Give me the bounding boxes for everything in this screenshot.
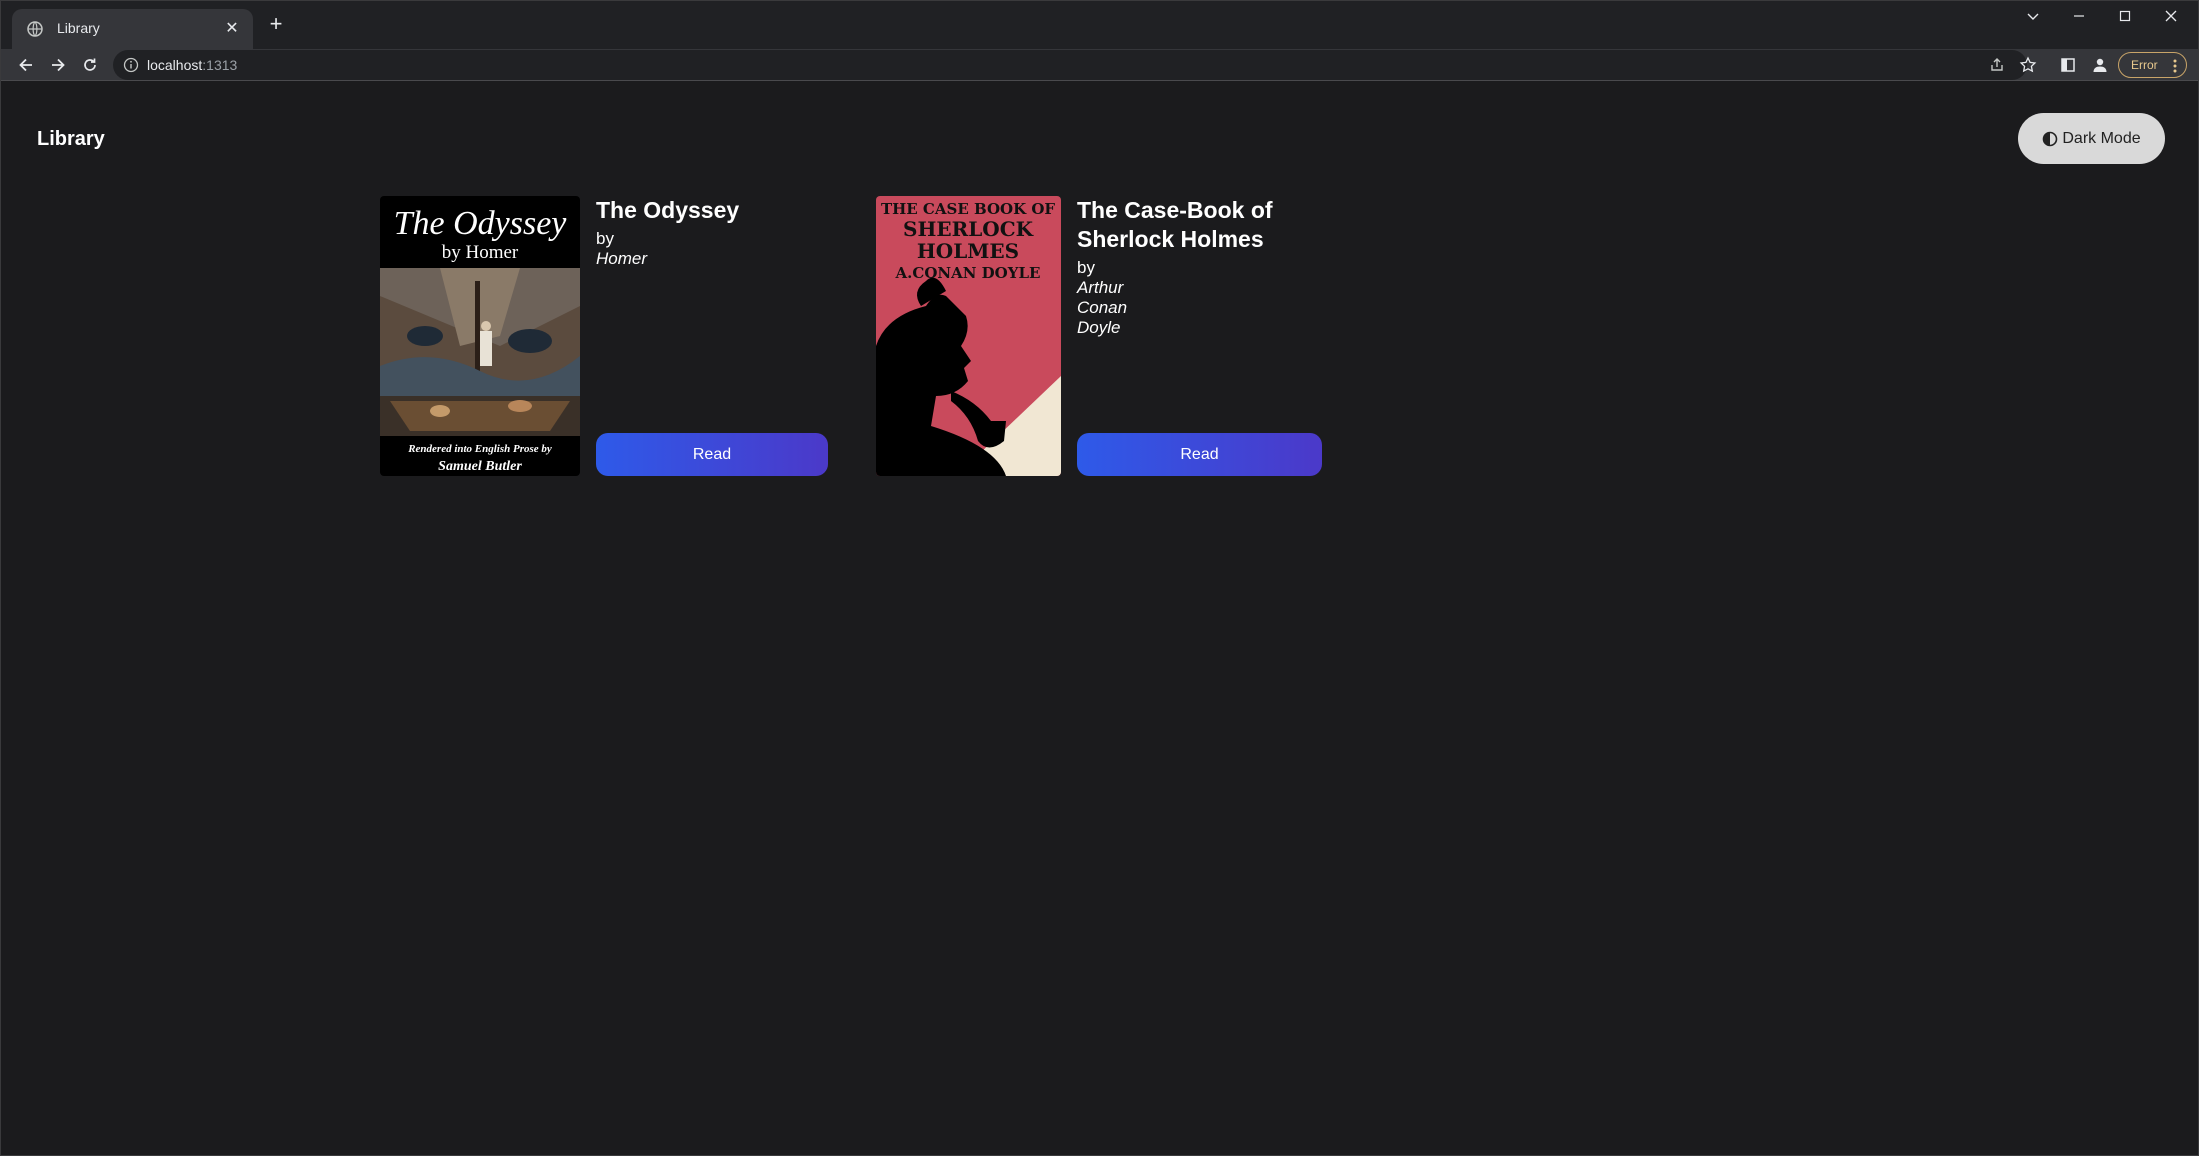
tab-library[interactable]: Library ✕ xyxy=(12,9,253,49)
book-cover-odyssey[interactable]: The Odyssey by Homer Rendered into Engli… xyxy=(380,196,580,476)
site-info-icon[interactable] xyxy=(123,57,139,73)
tab-search-icon[interactable] xyxy=(2010,1,2056,31)
book-title[interactable]: The Odyssey xyxy=(596,196,856,225)
share-icon[interactable] xyxy=(1985,53,2009,77)
author-by-label: by xyxy=(596,229,614,248)
author-name[interactable]: Homer xyxy=(596,249,647,268)
maximize-icon[interactable] xyxy=(2102,1,2148,31)
cover-credit-line-2: Samuel Butler xyxy=(438,459,522,474)
dark-mode-label: Dark Mode xyxy=(2062,129,2141,147)
read-button-label: Read xyxy=(1180,445,1219,463)
back-icon[interactable] xyxy=(13,52,39,78)
close-tab-icon[interactable]: ✕ xyxy=(221,18,243,40)
cover-line-3: HOLMES xyxy=(917,239,1019,263)
book-author: by Homer xyxy=(596,229,647,269)
read-button[interactable]: Read xyxy=(596,433,828,476)
dark-mode-toggle-button[interactable]: Dark Mode xyxy=(2018,113,2165,164)
bookmark-star-icon[interactable] xyxy=(2016,53,2040,77)
read-button-label: Read xyxy=(692,445,732,463)
close-window-icon[interactable] xyxy=(2148,1,2194,31)
book-cover-sherlock[interactable]: THE CASE BOOK OF SHERLOCK HOLMES A.CONAN… xyxy=(876,196,1061,476)
cover-credit-line-1: Rendered into English Prose by xyxy=(407,443,552,455)
minimize-icon[interactable] xyxy=(2056,1,2102,31)
read-button[interactable]: Read xyxy=(1077,433,1322,476)
globe-icon xyxy=(27,21,43,37)
cover-byline-text: by Homer xyxy=(442,242,519,263)
book-title[interactable]: The Case-Book of Sherlock Holmes xyxy=(1077,196,1317,254)
browser-window: Library ✕ + localhost:1313 Error Library… xyxy=(0,0,2199,1156)
url-text: localhost:1313 xyxy=(147,57,237,73)
cover-line-2: SHERLOCK xyxy=(903,217,1034,241)
address-bar[interactable]: localhost:1313 xyxy=(113,50,2027,80)
url-port: :1313 xyxy=(202,57,238,73)
new-tab-icon[interactable]: + xyxy=(264,13,288,37)
page-content: Library Dark Mode The Odyssey by Homer R… xyxy=(5,82,2196,1153)
more-vert-icon xyxy=(2173,59,2177,73)
profile-icon[interactable] xyxy=(2088,53,2112,77)
site-title[interactable]: Library xyxy=(37,128,105,151)
author-by-label: by xyxy=(1077,258,1095,277)
error-menu-button[interactable]: Error xyxy=(2118,52,2187,78)
contrast-icon xyxy=(2043,131,2058,146)
forward-icon[interactable] xyxy=(45,52,71,78)
error-label: Error xyxy=(2131,58,2158,72)
author-name[interactable]: Arthur Conan Doyle xyxy=(1077,278,1127,337)
tab-title: Library xyxy=(57,20,100,36)
cover-title-text: The Odyssey xyxy=(394,205,568,242)
side-panel-icon[interactable] xyxy=(2056,53,2080,77)
url-host: localhost xyxy=(147,57,203,73)
tab-strip: Library ✕ + xyxy=(1,1,2198,49)
cover-line-1: THE CASE BOOK OF xyxy=(881,200,1055,218)
cover-line-4: A.CONAN DOYLE xyxy=(895,264,1041,282)
book-author: by Arthur Conan Doyle xyxy=(1077,258,1127,338)
reload-icon[interactable] xyxy=(77,52,103,78)
browser-toolbar: localhost:1313 Error xyxy=(1,49,2198,81)
